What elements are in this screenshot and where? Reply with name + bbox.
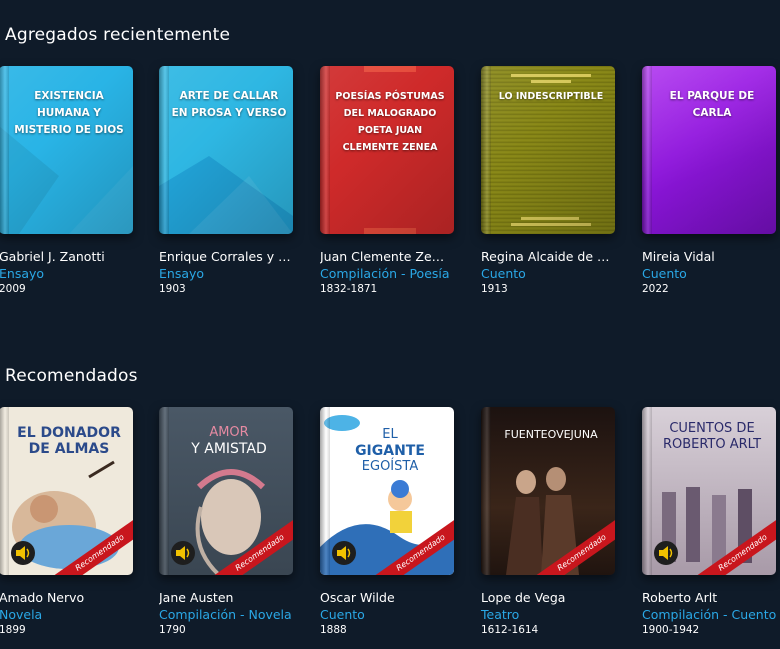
- book-year: 2022: [642, 283, 669, 295]
- cover-spine: [0, 407, 9, 575]
- book-cover[interactable]: LO INDESCRIPTIBLE: [481, 66, 615, 234]
- cover-title: EL DONADOR DE ALMAS: [17, 425, 121, 457]
- book-year: 1900-1942: [642, 624, 700, 636]
- book-year: 1899: [0, 624, 26, 636]
- section-title-recent: Agregados recientemente: [5, 25, 231, 45]
- cover-title-line-3: EGOÍSTA: [361, 459, 419, 474]
- book-cover[interactable]: FUENTEOVEJUNA Recomendado: [481, 407, 615, 575]
- cover-title: ARTE DE CALLAR EN PROSA Y VERSO: [171, 90, 287, 119]
- cover-title: EXISTENCIA HUMANA Y MISTERIO DE DIOS: [14, 90, 124, 136]
- cover-title-line-2: GIGANTE: [355, 443, 425, 459]
- book-year: 1832-1871: [320, 283, 378, 295]
- book-year: 1913: [481, 283, 508, 295]
- book-cover[interactable]: EL PARQUE DE CARLA: [642, 66, 776, 234]
- book-cover[interactable]: ARTE DE CALLAR EN PROSA Y VERSO: [159, 66, 293, 234]
- book-genre[interactable]: Cuento: [481, 265, 631, 282]
- book-genre[interactable]: Ensayo: [159, 265, 309, 282]
- cover-title: EL PARQUE DE CARLA: [669, 90, 755, 119]
- cover-title: POESÍAS PÓSTUMAS DEL MALOGRADO POETA JUA…: [335, 91, 445, 153]
- book-year: 2009: [0, 283, 26, 295]
- section-title-recommended: Recomendados: [5, 366, 138, 386]
- cover-spine: [481, 407, 491, 575]
- book-author[interactable]: Mireia Vidal: [642, 249, 774, 265]
- book-year: 1903: [159, 283, 186, 295]
- cover-title: FUENTEOVEJUNA: [504, 428, 598, 441]
- book-year: 1790: [159, 624, 186, 636]
- book-cover[interactable]: AMOR Y AMISTAD Recomendado: [159, 407, 293, 575]
- audio-icon[interactable]: [654, 541, 678, 565]
- book-author[interactable]: Juan Clemente Zene…: [320, 249, 452, 265]
- book-cover[interactable]: EXISTENCIA HUMANA Y MISTERIO DE DIOS: [0, 66, 133, 234]
- book-author[interactable]: Amado Nervo: [0, 590, 131, 606]
- book-genre[interactable]: Compilación - Poesía: [320, 265, 470, 282]
- book-cover[interactable]: EL DONADOR DE ALMAS Recomendado: [0, 407, 133, 575]
- audio-icon[interactable]: [171, 541, 195, 565]
- book-genre[interactable]: Cuento: [320, 606, 470, 623]
- book-genre[interactable]: Compilación - Novela: [159, 606, 309, 623]
- recommended-books-row: EL DONADOR DE ALMAS Recomendado Amado Ne…: [0, 407, 780, 647]
- audio-icon[interactable]: [332, 541, 356, 565]
- book-cover[interactable]: CUENTOS DE ROBERTO ARLT Recomendado: [642, 407, 776, 575]
- cover-title-line-1: AMOR: [209, 425, 249, 440]
- book-author[interactable]: Lope de Vega: [481, 590, 613, 606]
- recent-books-row: EXISTENCIA HUMANA Y MISTERIO DE DIOS Gab…: [0, 66, 780, 306]
- book-author[interactable]: Gabriel J. Zanotti: [0, 249, 131, 265]
- book-year: 1888: [320, 624, 347, 636]
- book-genre[interactable]: Teatro: [481, 606, 631, 623]
- cover-title-line-1: EL: [382, 427, 398, 442]
- audio-icon[interactable]: [11, 541, 35, 565]
- book-author[interactable]: Regina Alcaide de Za…: [481, 249, 613, 265]
- book-author[interactable]: Jane Austen: [159, 590, 291, 606]
- book-genre[interactable]: Compilación - Cuento: [642, 606, 780, 623]
- book-author[interactable]: Oscar Wilde: [320, 590, 452, 606]
- book-cover[interactable]: POESÍAS PÓSTUMAS DEL MALOGRADO POETA JUA…: [320, 66, 454, 234]
- book-author[interactable]: Enrique Corrales y S…: [159, 249, 291, 265]
- book-genre[interactable]: Cuento: [642, 265, 780, 282]
- cover-spine: [642, 407, 652, 575]
- cover-title: LO INDESCRIPTIBLE: [498, 91, 604, 102]
- book-year: 1612-1614: [481, 624, 539, 636]
- book-author[interactable]: Roberto Arlt: [642, 590, 774, 606]
- cover-title: CUENTOS DE ROBERTO ARLT: [662, 421, 762, 452]
- cover-spine: [159, 407, 169, 575]
- book-cover[interactable]: EL GIGANTE EGOÍSTA Recomendado: [320, 407, 454, 575]
- cover-title-line-2: Y AMISTAD: [191, 441, 267, 457]
- cover-spine: [320, 407, 330, 575]
- book-genre[interactable]: Ensayo: [0, 265, 149, 282]
- book-genre[interactable]: Novela: [0, 606, 149, 623]
